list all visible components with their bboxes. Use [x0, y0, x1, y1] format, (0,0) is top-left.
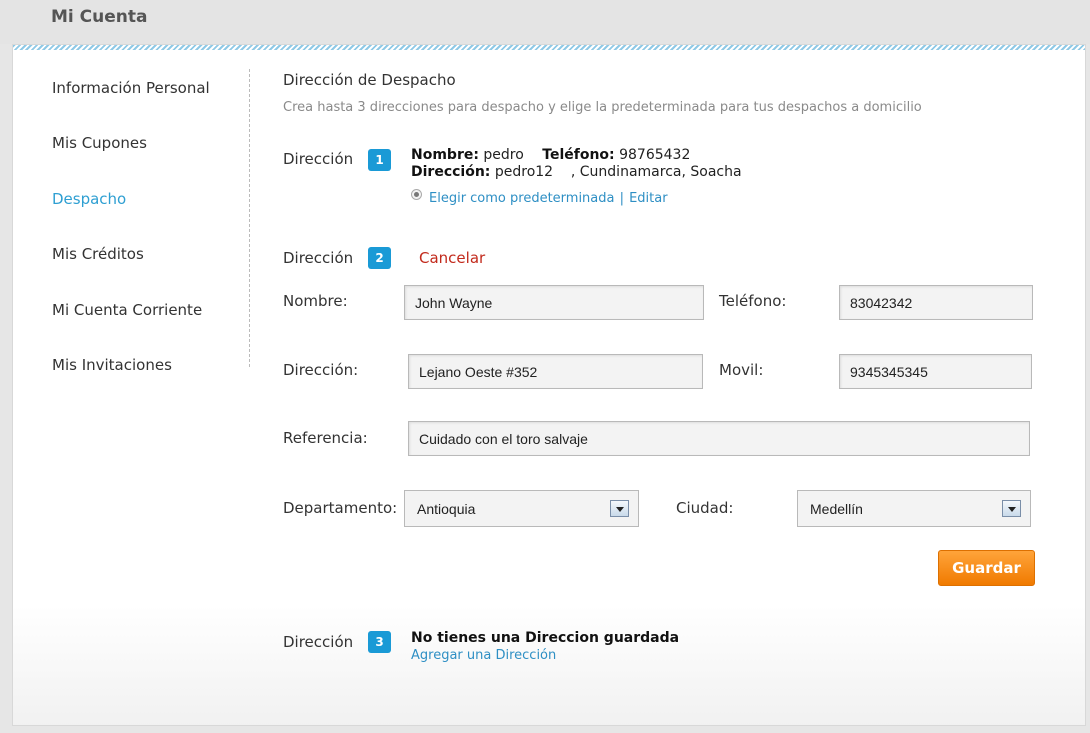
sidebar-item-mis-cupones[interactable]: Mis Cupones [52, 134, 147, 152]
address-3-badge: 3 [368, 631, 391, 653]
add-address-link[interactable]: Agregar una Dirección [411, 648, 556, 663]
save-button[interactable]: Guardar [938, 550, 1035, 586]
address-1-label: Dirección [283, 150, 354, 168]
address-2-label: Dirección [283, 249, 354, 267]
address-label: Dirección: [283, 361, 359, 379]
no-address-title: No tienes una Direccion guardada [411, 630, 680, 646]
actions-separator: | [619, 191, 624, 206]
sidebar-item-mis-invitaciones[interactable]: Mis Invitaciones [52, 356, 172, 374]
address-1-actions: Elegir como predeterminada | Editar [429, 187, 668, 206]
phone-label: Teléfono: [719, 292, 787, 310]
account-panel: Información Personal Mis Cupones Despach… [12, 44, 1086, 726]
sidebar-item-mi-cuenta-corriente[interactable]: Mi Cuenta Corriente [52, 301, 202, 319]
set-default-link[interactable]: Elegir como predeterminada [429, 191, 615, 206]
address-1-name-label: Nombre: [411, 147, 479, 163]
sidebar-item-mis-creditos[interactable]: Mis Créditos [52, 245, 144, 263]
address-1-address-label: Dirección: [411, 164, 491, 180]
department-select[interactable]: Antioquia [404, 490, 639, 527]
edit-link[interactable]: Editar [629, 191, 668, 206]
address-1-badge: 1 [368, 149, 391, 171]
sidebar: Información Personal Mis Cupones Despach… [13, 69, 250, 374]
reference-input[interactable] [408, 421, 1030, 456]
reference-label: Referencia: [283, 429, 368, 447]
sidebar-item-despacho[interactable]: Despacho [52, 190, 126, 208]
chevron-down-icon[interactable] [610, 500, 629, 517]
mobile-input[interactable] [839, 354, 1032, 389]
section-title: Dirección de Despacho [283, 71, 456, 89]
address-1-phone: 98765432 [619, 147, 691, 163]
address-1-name-line: Nombre: pedro Teléfono: 98765432 [411, 147, 690, 163]
address-input[interactable] [408, 354, 703, 389]
address-1-name: pedro [483, 147, 524, 163]
chevron-down-icon[interactable] [1002, 500, 1021, 517]
address-2-badge: 2 [368, 247, 391, 269]
cancel-link[interactable]: Cancelar [419, 249, 485, 267]
mobile-label: Movil: [719, 361, 764, 379]
address-1-phone-label: Teléfono: [542, 147, 615, 163]
sidebar-item-informacion-personal[interactable]: Información Personal [52, 79, 210, 97]
address-1-address: pedro12 , Cundinamarca, Soacha [494, 164, 742, 180]
department-value: Antioquia [417, 501, 476, 517]
default-radio[interactable] [411, 189, 422, 200]
section-subtitle: Crea hasta 3 direcciones para despacho y… [283, 100, 922, 115]
address-1-address-line: Dirección: pedro12 , Cundinamarca, Soach… [411, 164, 742, 180]
city-value: Medellín [810, 501, 863, 517]
page-header: Mi Cuenta [0, 0, 1090, 44]
panel-stripe [13, 45, 1085, 50]
city-label: Ciudad: [676, 499, 734, 517]
city-select[interactable]: Medellín [797, 490, 1031, 527]
department-label: Departamento: [283, 499, 398, 517]
name-label: Nombre: [283, 292, 348, 310]
name-input[interactable] [404, 285, 704, 320]
address-3-label: Dirección [283, 633, 354, 651]
page-title: Mi Cuenta [51, 7, 148, 27]
phone-input[interactable] [839, 285, 1033, 320]
